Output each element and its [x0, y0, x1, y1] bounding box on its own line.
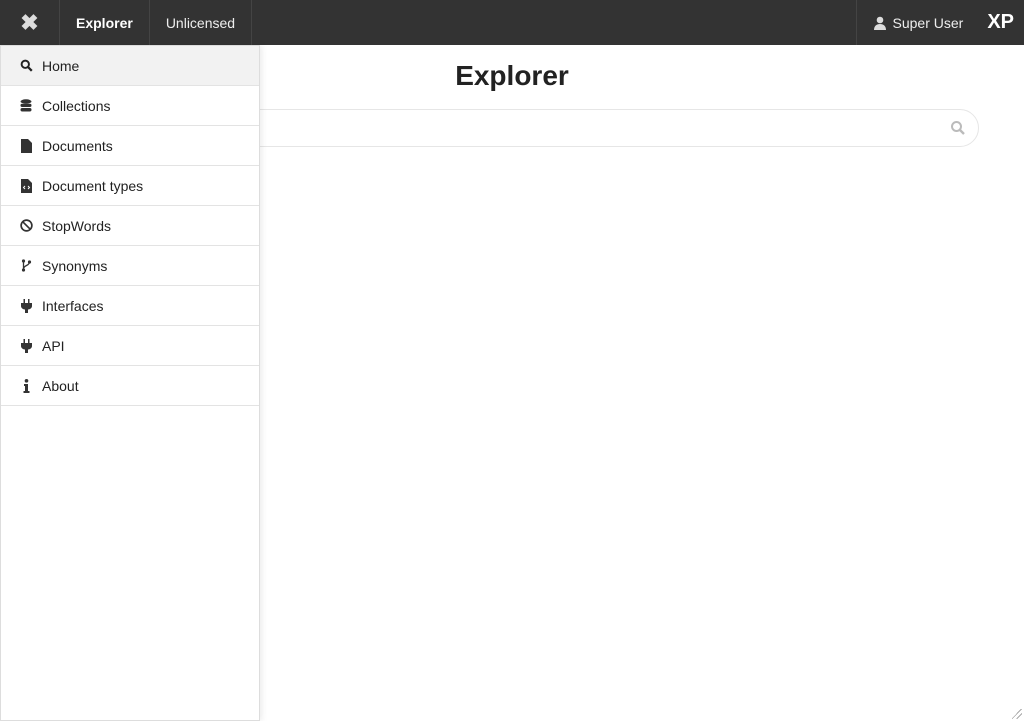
search-icon[interactable]: [950, 120, 966, 136]
menu-item-home[interactable]: Home: [1, 46, 259, 86]
menu-item-label: Home: [42, 57, 80, 74]
menu-item-label: StopWords: [42, 217, 111, 234]
menu-item-label: Document types: [42, 177, 144, 194]
ban-icon: [19, 219, 33, 232]
resize-handle[interactable]: [1012, 709, 1022, 719]
menu-item-stopwords[interactable]: StopWords: [1, 206, 259, 246]
user-icon: [873, 16, 886, 30]
menu-item-label: Interfaces: [42, 297, 104, 314]
menu-item-label: About: [42, 377, 79, 394]
menu-item-label: Synonyms: [42, 257, 108, 274]
menu-item-interfaces[interactable]: Interfaces: [1, 286, 259, 326]
code-branch-icon: [19, 259, 33, 272]
search-box: [240, 109, 979, 147]
search-input[interactable]: [241, 110, 978, 146]
menu-item-label: API: [42, 337, 65, 354]
search-icon: [19, 59, 33, 72]
file-icon: [19, 138, 33, 153]
menu-item-about[interactable]: About: [1, 366, 259, 406]
close-icon: ✖: [20, 9, 39, 35]
menu-item-document-types[interactable]: Document types: [1, 166, 259, 206]
menu-item-collections[interactable]: Collections: [1, 86, 259, 126]
app-name-link[interactable]: Explorer: [60, 0, 150, 45]
xp-logo[interactable]: XP: [979, 0, 1024, 45]
close-menu-button[interactable]: ✖: [0, 0, 60, 45]
top-bar: ✖ Explorer Unlicensed Super User XP: [0, 0, 1024, 45]
side-menu: Home Collections Documents Document type…: [0, 45, 260, 721]
menu-item-api[interactable]: API: [1, 326, 259, 366]
database-icon: [19, 99, 33, 112]
menu-item-label: Documents: [42, 137, 113, 154]
user-menu[interactable]: Super User: [855, 0, 980, 45]
menu-item-synonyms[interactable]: Synonyms: [1, 246, 259, 286]
license-link[interactable]: Unlicensed: [150, 0, 253, 45]
plug-icon: [19, 298, 33, 313]
info-icon: [19, 378, 33, 393]
user-name: Super User: [892, 14, 964, 31]
plug-icon: [19, 338, 33, 353]
menu-item-label: Collections: [42, 97, 111, 114]
file-code-icon: [19, 178, 33, 193]
menu-item-documents[interactable]: Documents: [1, 126, 259, 166]
